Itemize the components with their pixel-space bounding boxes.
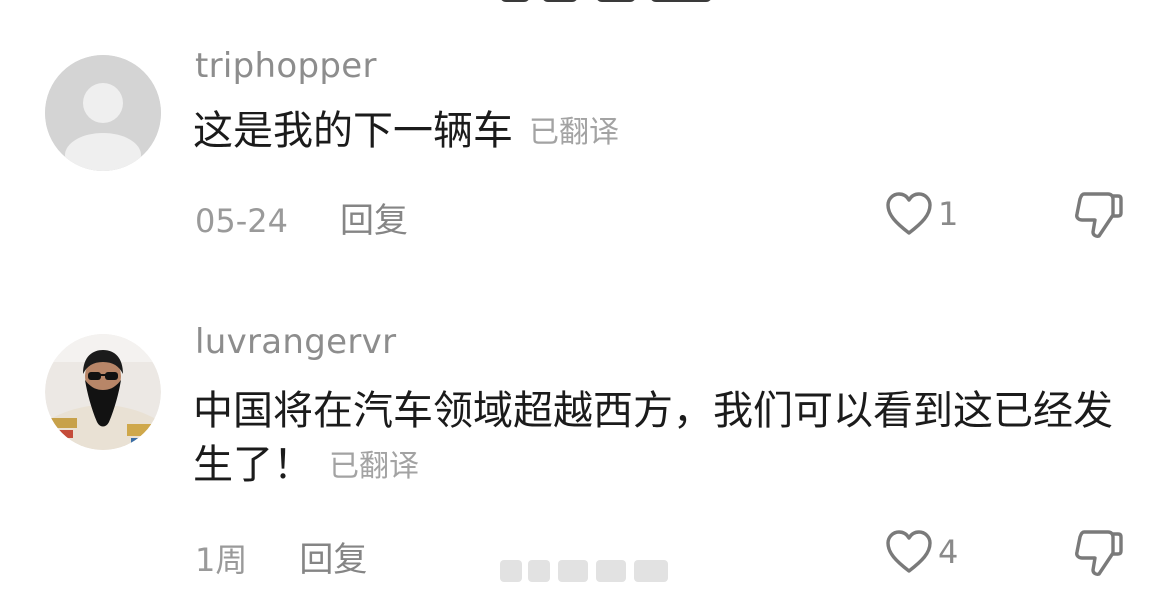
thumbs-down-icon — [1075, 192, 1123, 238]
comment-meta: 05-24 回复 — [195, 193, 408, 242]
translated-tag[interactable]: 已翻译 — [529, 115, 619, 150]
heart-outline-icon — [886, 192, 932, 235]
default-avatar-icon — [45, 55, 161, 171]
username[interactable]: luvrangervr — [195, 322, 396, 362]
reply-button[interactable]: 回复 — [340, 201, 408, 241]
like-count: 4 — [938, 533, 959, 571]
watermark-fragment — [500, 560, 690, 582]
default-avatar[interactable] — [45, 55, 161, 171]
user-photo-avatar[interactable] — [45, 334, 161, 450]
thumbs-down-icon — [1075, 530, 1123, 576]
like-button[interactable]: 4 — [884, 524, 958, 580]
dislike-button[interactable] — [1070, 186, 1126, 242]
like-count: 1 — [938, 195, 959, 233]
user-photo-avatar-image — [45, 334, 161, 450]
username[interactable]: triphopper — [195, 46, 377, 86]
comment-text: 这是我的下一辆车 已翻译 — [193, 104, 1133, 160]
dislike-button[interactable] — [1070, 524, 1126, 580]
like-button[interactable]: 1 — [884, 186, 958, 242]
comment-date: 1周 — [195, 541, 248, 579]
comment-meta: 1周 回复 — [195, 532, 367, 581]
comment-item: triphopper 这是我的下一辆车 已翻译 05-24 回复 1 — [0, 0, 1170, 280]
comment-item: luvrangervr 中国将在汽车领域超越西方，我们可以看到这已经发生了！ 已翻… — [0, 300, 1170, 601]
comment-text: 中国将在汽车领域超越西方，我们可以看到这已经发生了！ 已翻译 — [193, 384, 1133, 494]
heart-outline-icon — [886, 530, 932, 573]
comment-date: 05-24 — [195, 202, 288, 240]
translated-tag[interactable]: 已翻译 — [329, 449, 419, 484]
reply-button[interactable]: 回复 — [299, 540, 367, 580]
comment-body: 这是我的下一辆车 — [193, 108, 513, 154]
